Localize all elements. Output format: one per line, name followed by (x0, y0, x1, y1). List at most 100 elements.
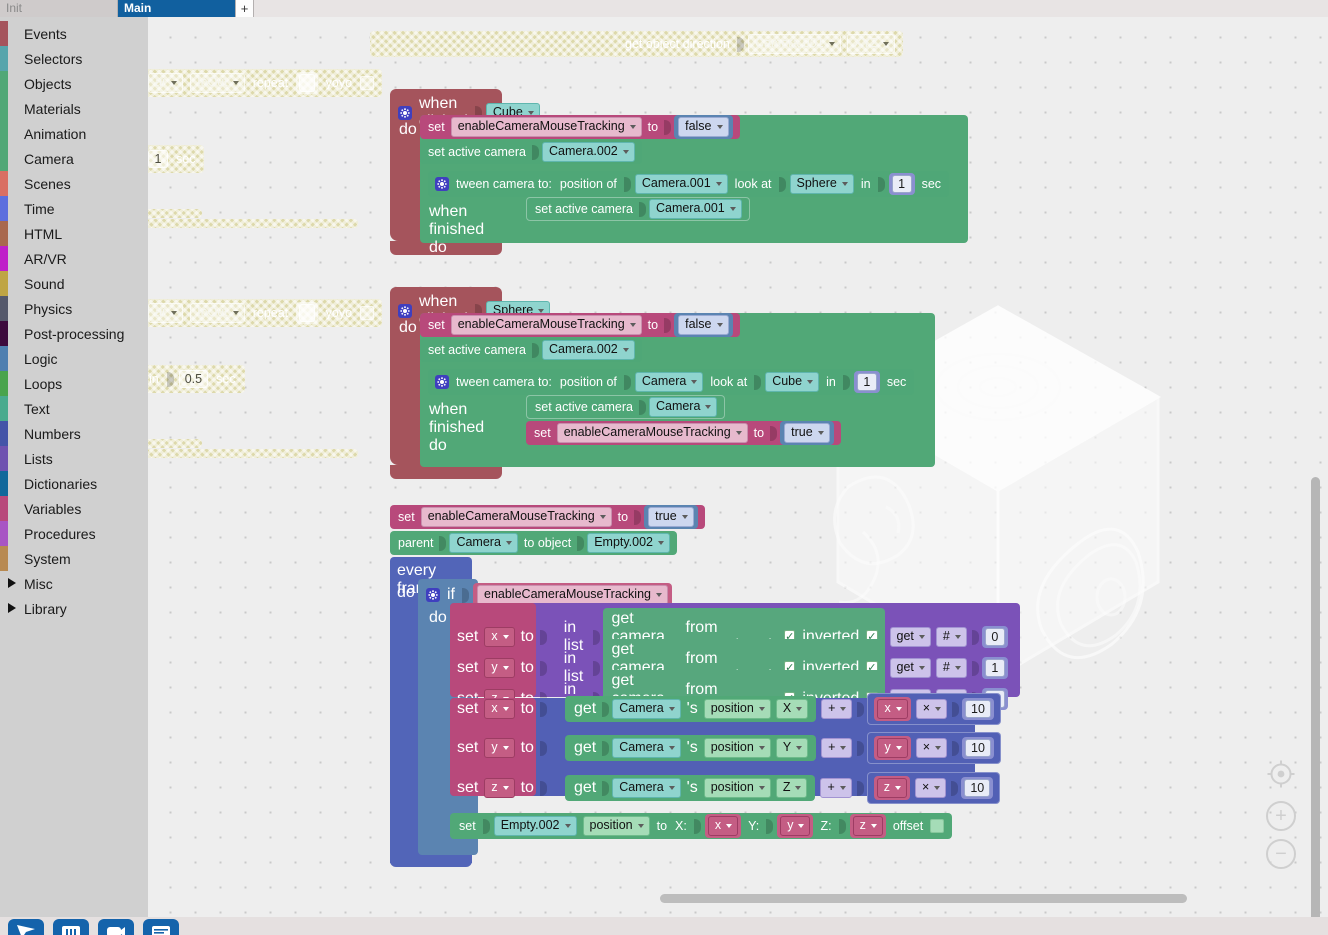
category-post-processing[interactable]: Post-processing (0, 321, 148, 346)
tween-position-dropdown[interactable]: Camera.001 (634, 174, 728, 194)
direction-object-dropdown[interactable]: Camera.001 (747, 34, 841, 54)
get-object-property-block[interactable]: get Camera 's position Y (564, 735, 817, 761)
category-dictionaries[interactable]: Dictionaries (0, 471, 148, 496)
child-object-dropdown[interactable]: Camera (449, 533, 518, 553)
category-lists[interactable]: Lists (0, 446, 148, 471)
multiply-block[interactable]: x × 10 (867, 693, 1001, 725)
tween-duration-wrapper[interactable]: 1 (888, 173, 915, 195)
set-active-camera-block[interactable]: set active camera Camera.002 (420, 140, 642, 164)
ghost-block-stub-c[interactable] (140, 439, 202, 448)
operand-number-input[interactable]: 10 (964, 779, 991, 797)
boolean-dropdown[interactable]: false (678, 315, 729, 335)
boolean-value-block[interactable]: true (644, 505, 698, 529)
boolean-value-block[interactable]: false (674, 115, 733, 139)
look-at-dropdown[interactable]: Sphere (789, 174, 854, 194)
easing-type-dropdown[interactable]: ar (148, 303, 184, 323)
operand-variable-dropdown[interactable]: y (877, 738, 908, 758)
gear-icon[interactable] (435, 177, 449, 191)
arithmetic-operator-dropdown[interactable]: + (821, 738, 853, 758)
category-procedures[interactable]: Procedures (0, 521, 148, 546)
ghost-duration-top[interactable]: 1 sec (140, 145, 204, 173)
axis-dropdown[interactable]: X (775, 699, 809, 719)
target-variable-dropdown[interactable]: y (484, 738, 515, 758)
center-workspace-button[interactable] (1266, 759, 1296, 789)
tween-duration-input[interactable]: 1 (891, 175, 912, 193)
source-object-dropdown[interactable]: Camera (612, 699, 681, 719)
property-dropdown[interactable]: position (703, 699, 771, 719)
tween-duration-input[interactable]: 1 (856, 373, 877, 391)
easing-direction-dropdown[interactable]: InOut (190, 303, 245, 323)
category-numbers[interactable]: Numbers (0, 421, 148, 446)
category-time[interactable]: Time (0, 196, 148, 221)
target-variable-dropdown[interactable]: x (484, 699, 515, 719)
category-events[interactable]: Events (0, 21, 148, 46)
category-system[interactable]: System (0, 546, 148, 571)
parent-object-dropdown[interactable]: Empty.002 (587, 533, 671, 553)
set-variable-block[interactable]: set enableCameraMouseTracking to false (420, 115, 740, 139)
gear-icon[interactable] (398, 106, 412, 120)
direction-axes-dropdown[interactable]: XYZ (846, 34, 896, 54)
ghost-duration-mid[interactable]: in 0.5 sec (140, 365, 245, 393)
get-object-property-block[interactable]: get Camera 's position Z (564, 775, 816, 801)
repeat-count-input[interactable] (296, 72, 318, 94)
finished-set-active-camera-block[interactable]: set active camera Camera.001 (526, 197, 750, 221)
variable-get-block[interactable]: z (873, 776, 911, 800)
category-ar-vr[interactable]: AR/VR (0, 246, 148, 271)
ghost-tween-easing-mid[interactable]: ar InOut repeat yoyo (140, 299, 382, 327)
tween-camera-block[interactable]: tween camera to: position of Camera look… (428, 369, 915, 395)
property-dropdown[interactable]: position (703, 778, 771, 798)
camera-dropdown[interactable]: Camera (648, 397, 718, 417)
category-html[interactable]: HTML (0, 221, 148, 246)
zoom-out-button[interactable]: − (1266, 839, 1296, 869)
category-objects[interactable]: Objects (0, 71, 148, 96)
operand-variable-dropdown[interactable]: x (877, 699, 908, 719)
tween-camera-block[interactable]: tween camera to: position of Camera.001 … (428, 171, 950, 197)
operand-variable-dropdown[interactable]: z (876, 778, 908, 798)
duration-input[interactable]: 0.5 (178, 370, 209, 388)
multiply-operator-dropdown[interactable]: × (915, 738, 948, 758)
yoyo-checkbox[interactable] (360, 306, 375, 320)
ghost-block-stub-d[interactable] (140, 449, 358, 458)
camera-dropdown[interactable]: Camera.002 (541, 340, 635, 360)
x-variable-dropdown[interactable]: x (707, 816, 739, 836)
set-object-position-block[interactable]: set Empty.002 position to X: x Y: y Z: z… (450, 813, 953, 839)
camera-dropdown[interactable]: Camera.002 (541, 142, 635, 162)
boolean-value-block[interactable]: true (780, 421, 834, 445)
condition-variable-dropdown[interactable]: enableCameraMouseTracking (477, 585, 668, 605)
axis-dropdown[interactable]: Y (775, 738, 809, 758)
multiply-block[interactable]: y × 10 (867, 732, 1001, 764)
easing-direction-dropdown[interactable]: InOut (190, 73, 245, 93)
source-object-dropdown[interactable]: Camera (612, 778, 681, 798)
arithmetic-operator-dropdown[interactable]: + (821, 699, 853, 719)
variable-get-block[interactable]: x (874, 697, 911, 721)
duration-input[interactable]: 1 (148, 150, 168, 168)
source-object-dropdown[interactable]: Camera (612, 738, 681, 758)
zoom-in-button[interactable]: + (1266, 801, 1296, 831)
y-variable-dropdown[interactable]: y (780, 816, 811, 836)
axis-dropdown[interactable]: Z (775, 778, 808, 798)
variable-dropdown[interactable]: enableCameraMouseTracking (450, 315, 642, 335)
ghost-object-direction[interactable]: get object direction Camera.001 XYZ (370, 31, 903, 57)
parent-object-block[interactable]: parent Camera to object Empty.002 (390, 531, 678, 555)
category-camera[interactable]: Camera (0, 146, 148, 171)
target-object-dropdown[interactable]: Empty.002 (493, 816, 577, 836)
multiply-operator-dropdown[interactable]: × (915, 778, 947, 798)
offset-checkbox[interactable] (930, 819, 945, 833)
category-sound[interactable]: Sound (0, 271, 148, 296)
math-row-x[interactable]: set x to get Camera 's position X + x × … (456, 693, 1001, 725)
operand-number-input[interactable]: 10 (965, 700, 991, 718)
set-variable-block[interactable]: set enableCameraMouseTracking to false (420, 313, 740, 337)
horizontal-scrollbar[interactable] (660, 894, 1187, 903)
vertical-scrollbar[interactable] (1311, 477, 1320, 917)
boolean-value-block[interactable]: false (674, 313, 733, 337)
finished-set-variable-block[interactable]: set enableCameraMouseTracking to true (526, 421, 841, 445)
category-materials[interactable]: Materials (0, 96, 148, 121)
category-palette[interactable]: Events Selectors Objects Materials Anima… (0, 17, 148, 917)
repeat-count-input[interactable] (296, 302, 318, 324)
category-selectors[interactable]: Selectors (0, 46, 148, 71)
operand-number-input[interactable]: 10 (965, 739, 991, 757)
property-dropdown[interactable]: position (703, 738, 771, 758)
math-row-z[interactable]: set z to get Camera 's position Z + z × … (456, 772, 1001, 804)
multiply-operator-dropdown[interactable]: × (915, 699, 948, 719)
get-object-property-block[interactable]: get Camera 's position X (564, 696, 817, 722)
